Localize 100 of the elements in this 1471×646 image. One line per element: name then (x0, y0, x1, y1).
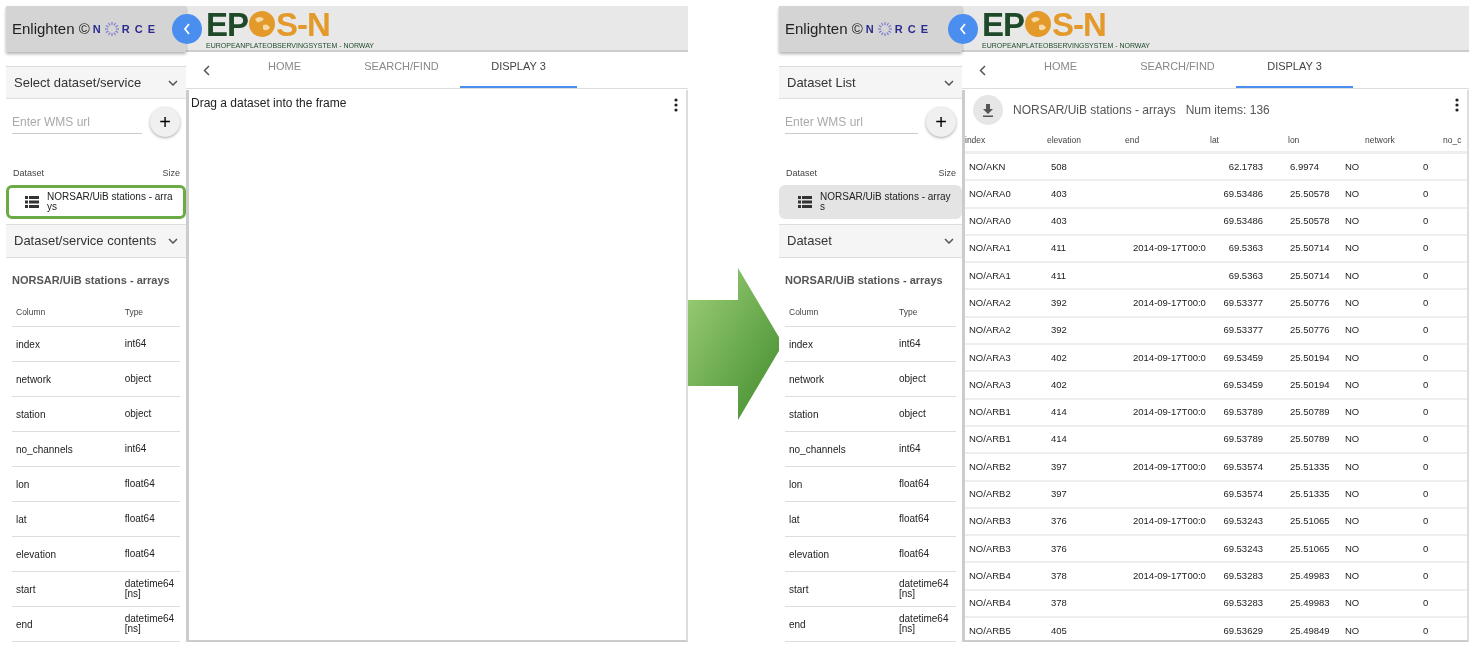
table-cell-text: float64 (124, 514, 156, 524)
collapse-button[interactable] (172, 14, 202, 44)
tab[interactable]: HOME (226, 52, 343, 88)
accordion-header[interactable]: Dataset (779, 224, 962, 258)
accordion-header[interactable]: Dataset/service contents (6, 224, 186, 258)
column-header: lon (1287, 134, 1301, 147)
table-cell-text: 69.53459 (1222, 377, 1263, 392)
tab[interactable]: SEARCH/FIND (1119, 52, 1236, 88)
column-header: network (1364, 134, 1396, 147)
accordion-header[interactable]: Select dataset/service (6, 66, 186, 100)
table-cell-text: 69.53574 (1222, 487, 1263, 502)
table-cell-text: 69.5363 (1227, 268, 1263, 283)
dataset-item[interactable]: NORSAR/UiB stations - arrays (779, 184, 962, 219)
download-icon (982, 103, 994, 117)
url-input-field[interactable]: Enter WMS url (12, 110, 142, 134)
table-cell-text: 508 (1050, 159, 1068, 174)
table-cell-text: NO/ARB5 (969, 623, 1012, 638)
table-cell-text: station (789, 407, 820, 422)
table-cell-text: NO/ARB2 (969, 459, 1012, 474)
table-cell-text: NO/ARA2 (969, 323, 1012, 338)
table-cell-text: 25.50194 (1289, 350, 1331, 365)
logo-text: S-N (276, 7, 330, 41)
chevron-down-icon[interactable] (944, 237, 954, 244)
more-icon[interactable] (1455, 98, 1459, 112)
table-cell-text: 0 (1423, 623, 1430, 638)
table-cell-text: 69.53243 (1222, 514, 1263, 529)
table-cell-text: NO (1344, 432, 1361, 447)
column-header: Dataset (786, 167, 818, 181)
table-cell-text: 2014-09-17T00:0 (1132, 568, 1207, 583)
tab[interactable]: DISPLAY 3 (460, 52, 577, 88)
table-cell-text: 25.50789 (1289, 432, 1331, 447)
table-cell-text: NO (1344, 377, 1361, 392)
table-cell-text: object (899, 409, 927, 419)
table-cell-text: 0 (1423, 323, 1430, 338)
table-cell-text: lat (789, 512, 801, 527)
sun-icon (876, 21, 893, 37)
table-cell-text: 0 (1423, 241, 1430, 256)
table-cell-text: int64 (124, 444, 148, 454)
table-cell-text: NO/ARB4 (969, 568, 1012, 583)
column-header: elevation (1046, 134, 1083, 147)
table-cell-text: 25.50789 (1289, 405, 1331, 420)
table-cell-text: NO (1344, 296, 1361, 310)
accordion-label: Dataset/service contents (14, 232, 157, 251)
table-cell-text: 25.51335 (1289, 487, 1331, 502)
table-cell-text: NO (1344, 459, 1361, 474)
table-cell-text: 402 (1050, 377, 1068, 392)
table-cell-text: index (789, 337, 814, 352)
add-button[interactable]: + (926, 107, 956, 138)
table-cell-text: 411 (1050, 268, 1068, 283)
column-header: Dataset (13, 167, 45, 181)
table-cell-text: elevation (789, 547, 831, 562)
table-cell-text: 0 (1423, 214, 1430, 229)
dataset-name: NORSAR/UiB stations - arrays (47, 191, 174, 212)
accordion-label: Dataset (787, 232, 832, 251)
table-cell-text: float64 (899, 479, 931, 489)
table-cell-text: 0 (1423, 268, 1430, 283)
chevron-down-icon[interactable] (168, 237, 178, 244)
table-cell-text: 69.53377 (1222, 296, 1263, 310)
column-header: index (965, 134, 987, 147)
chevron-down-icon[interactable] (944, 79, 954, 86)
tab[interactable]: HOME (1002, 52, 1119, 88)
table-title: NORSAR/UiB stations - arrays (1013, 102, 1176, 119)
brand-letters: R C E (121, 21, 157, 37)
sun-icon (103, 21, 120, 37)
add-button[interactable]: + (150, 107, 180, 138)
table-cell-text: 6.9974 (1289, 159, 1321, 174)
table-cell-text: lat (16, 512, 28, 527)
dataset-item[interactable]: NORSAR/UiB stations - arrays (6, 184, 186, 219)
tab[interactable]: SEARCH/FIND (343, 52, 460, 88)
column-header: lat (1209, 134, 1220, 147)
table-cell-text: 392 (1050, 323, 1068, 338)
table-cell-text: NO/ARA1 (969, 241, 1012, 256)
more-icon[interactable] (674, 98, 678, 112)
accordion-header[interactable]: Dataset List (779, 66, 962, 100)
tab[interactable]: DISPLAY 3 (1236, 52, 1353, 88)
collapse-button[interactable] (948, 14, 978, 44)
brand-letter: N (865, 21, 875, 37)
table-cell-text: 62.1783 (1227, 159, 1263, 174)
globe-icon (1024, 10, 1053, 38)
table-cell-text: no_channels (789, 442, 847, 457)
table-cell-text: float64 (124, 479, 156, 489)
table-cell-text: 414 (1050, 432, 1068, 447)
column-header: end (1125, 134, 1141, 147)
table-cell-text: NO/ARA0 (969, 186, 1012, 201)
brand-letter: N (92, 21, 102, 37)
table-cell-text: 2014-09-17T00:0 (1132, 514, 1207, 529)
chevron-down-icon[interactable] (168, 79, 178, 86)
table-cell-text: NO (1344, 241, 1361, 256)
url-input-field[interactable]: Enter WMS url (785, 110, 918, 134)
table-cell-text: datetime64[ns] (899, 579, 950, 599)
chevron-left-icon (978, 64, 986, 76)
table-cell-text: float64 (124, 549, 156, 559)
app-title: Enlighten © (785, 18, 863, 39)
table-cell-text: NO (1344, 623, 1361, 638)
table-cell-text: datetime64[ns] (124, 579, 176, 599)
download-button[interactable] (973, 95, 1003, 125)
table-cell-text: 0 (1423, 514, 1430, 529)
table-cell-text: station (16, 407, 47, 422)
logo-text: EP (206, 7, 249, 41)
table-cell-text: 69.53459 (1222, 350, 1263, 365)
